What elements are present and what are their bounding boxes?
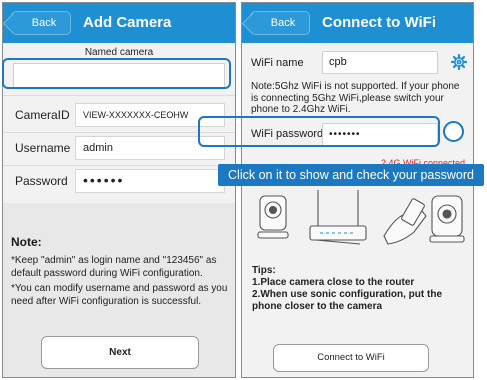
password-label: Password: [15, 174, 68, 188]
named-camera-highlight: [2, 58, 231, 89]
named-camera-label: Named camera: [84, 47, 154, 58]
wifi-name-label: WiFi name: [251, 57, 304, 69]
tips: Tips: 1.Place camera close to the router…: [252, 265, 470, 313]
page-title: Connect to WiFi: [322, 14, 437, 31]
wifi-name-field[interactable]: cpb: [322, 51, 438, 74]
password-tooltip: Click on it to show and check your passw…: [218, 164, 484, 186]
navbar: Back Connect to WiFi: [242, 3, 473, 43]
navbar: Back Add Camera: [3, 3, 235, 43]
connect-wifi-button[interactable]: Connect to WiFi: [273, 344, 429, 372]
connect-wifi-screen: Back Connect to WiFi WiFi name cpb Note:…: [241, 2, 474, 378]
tip-item: 2.When use sonic configuration, put the …: [252, 289, 443, 312]
back-button[interactable]: Back: [250, 11, 310, 35]
camera-id-label: CameraID: [15, 108, 70, 122]
wifi-note: Note:5Ghz WiFi is not supported. If your…: [251, 81, 460, 115]
eye-toggle-icon[interactable]: [443, 121, 464, 142]
note-item: *You can modify username and password as…: [11, 283, 228, 307]
username-label: Username: [15, 141, 71, 155]
note-item: *Keep "admin" as login name and "123456"…: [11, 255, 217, 279]
page-title: Add Camera: [83, 14, 172, 31]
back-button[interactable]: Back: [11, 11, 71, 35]
tips-title: Tips:: [252, 265, 276, 276]
wifi-password-highlight: [198, 116, 440, 147]
note-title: Note:: [11, 235, 42, 249]
tip-item: 1.Place camera close to the router: [252, 277, 415, 288]
password-field[interactable]: ••••••: [75, 169, 225, 193]
password-row: Password ••••••: [3, 165, 235, 198]
camera-router-phone-illustration: [257, 190, 465, 245]
next-button[interactable]: Next: [41, 336, 199, 369]
divider: [3, 95, 235, 96]
gear-icon[interactable]: [451, 54, 467, 70]
wifi-name-row: WiFi name cpb: [242, 51, 473, 77]
